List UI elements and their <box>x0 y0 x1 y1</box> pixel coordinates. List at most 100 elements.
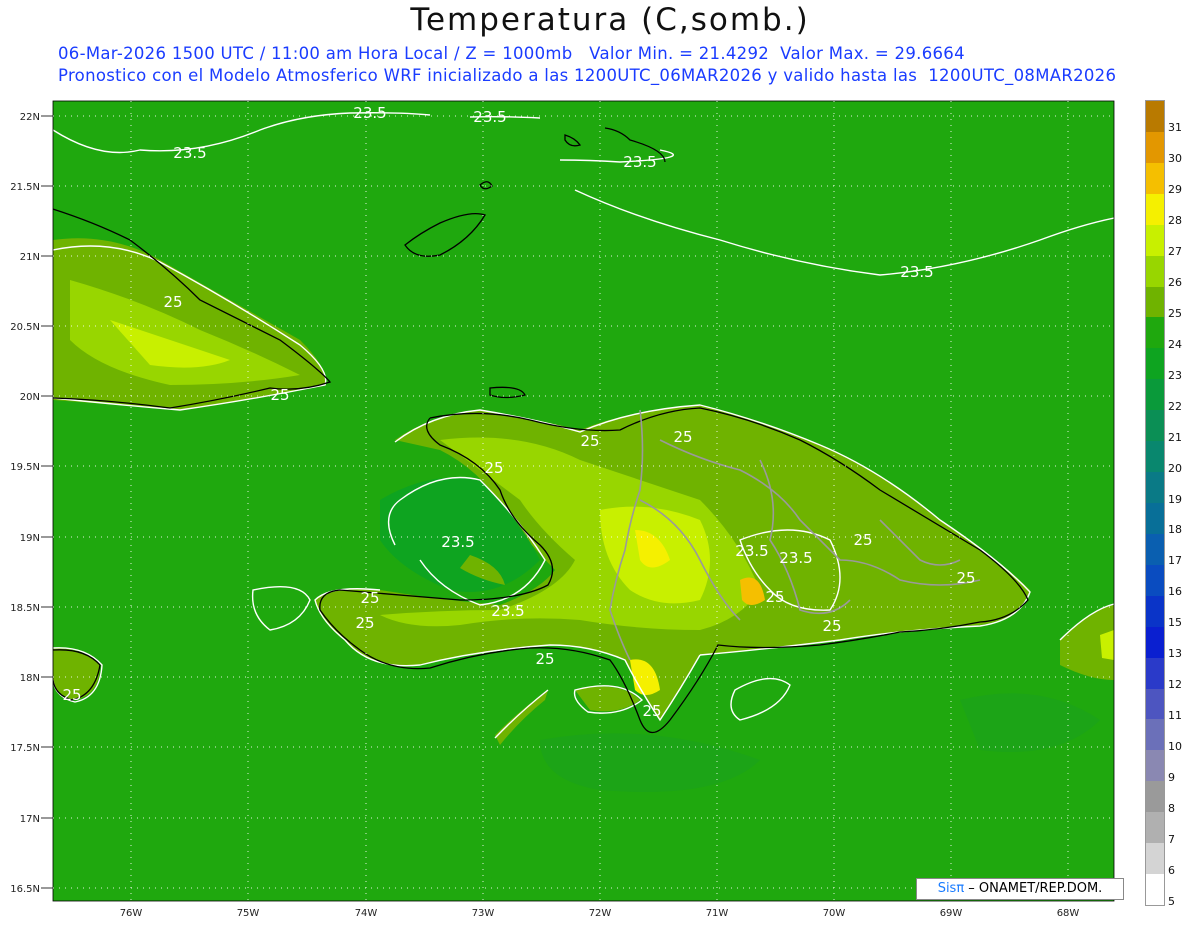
lat-label: 17N <box>20 814 40 825</box>
colorbar-swatch <box>1146 162 1164 195</box>
colorbar-label: 16 <box>1168 585 1182 599</box>
lat-label: 21N <box>20 252 40 263</box>
colorbar-label: 28 <box>1168 214 1182 228</box>
lat-label: 16.5N <box>10 884 40 895</box>
lat-label: 20.5N <box>10 322 40 333</box>
colorbar-swatch <box>1146 441 1164 473</box>
lon-label: 75W <box>237 908 260 919</box>
lon-label: 70W <box>823 908 846 919</box>
colorbar-label: 22 <box>1168 399 1182 413</box>
lat-label: 21.5N <box>10 182 40 193</box>
colorbar-swatch <box>1146 348 1164 380</box>
colorbar-swatch <box>1146 843 1164 875</box>
colorbar-swatch <box>1146 255 1164 288</box>
colorbar-label: 30 <box>1168 152 1182 166</box>
lon-label: 74W <box>355 908 378 919</box>
contour-label: 25 <box>956 569 975 587</box>
colorbar-swatch <box>1146 379 1164 411</box>
colorbar-label: 9 <box>1168 770 1175 784</box>
contour-label: 25 <box>642 702 661 720</box>
lat-label: 18N <box>20 673 40 684</box>
lon-label: 76W <box>120 908 143 919</box>
colorbar-label: 20 <box>1168 461 1182 475</box>
colorbar-swatch <box>1146 410 1164 442</box>
lon-label: 73W <box>472 908 495 919</box>
contour-label: 23.5 <box>173 144 206 162</box>
temperature-map: 22N 21.5N 21N 20.5N 20N 19.5N 19N 18.5N 18N 17.5N… <box>10 100 1115 919</box>
colorbar-label: 25 <box>1168 307 1182 320</box>
colorbar-swatch <box>1146 533 1164 566</box>
colorbar-swatch <box>1146 750 1164 782</box>
lat-label: 17.5N <box>10 743 40 754</box>
colorbar-label: 23 <box>1168 368 1182 382</box>
colorbar-label: 31 <box>1168 121 1182 135</box>
contour-label: 23.5 <box>779 549 812 567</box>
contour-label: 25 <box>62 686 81 704</box>
contour-label: 25 <box>535 650 554 668</box>
colorbar-swatch <box>1146 781 1164 813</box>
lon-label: 71W <box>706 908 729 919</box>
colorbar <box>1145 100 1165 906</box>
colorbar-swatch <box>1146 874 1164 906</box>
colorbar-swatch <box>1146 286 1164 318</box>
colorbar-label: 12 <box>1168 678 1182 692</box>
lat-label: 19.5N <box>10 462 40 473</box>
credit-text: – ONAMET/REP.DOM. <box>964 881 1103 896</box>
lat-label: 18.5N <box>10 603 40 614</box>
contour-label: 23.5 <box>735 542 768 560</box>
contour-label: 25 <box>355 614 374 632</box>
contour-label: 23.5 <box>623 153 656 171</box>
colorbar-label: 17 <box>1168 554 1182 568</box>
sispi-logo: Sisπ <box>937 881 965 896</box>
colorbar-label: 5 <box>1168 894 1175 908</box>
lat-label: 20N <box>20 392 40 403</box>
colorbar-swatch <box>1146 503 1164 535</box>
colorbar-label: 13 <box>1168 647 1182 661</box>
contour-label: 23.5 <box>441 533 474 551</box>
colorbar-label: 24 <box>1168 337 1182 351</box>
contour-label: 23.5 <box>491 602 524 620</box>
colorbar-label: 18 <box>1168 523 1182 537</box>
colorbar-label: 26 <box>1168 276 1182 290</box>
lat-label: 22N <box>20 112 40 123</box>
colorbar-label: 27 <box>1168 245 1182 259</box>
contour-label: 25 <box>673 428 692 446</box>
colorbar-swatch <box>1146 719 1164 751</box>
colorbar-label: 19 <box>1168 492 1182 506</box>
contour-label: 25 <box>580 432 599 450</box>
colorbar-label: 7 <box>1168 832 1175 846</box>
colorbar-swatch <box>1146 317 1164 349</box>
credit-box: Sisπ – ONAMET/REP.DOM. <box>916 878 1124 900</box>
colorbar-label: 15 <box>1168 616 1182 630</box>
colorbar-label: 11 <box>1168 709 1182 722</box>
contour-label: 25 <box>484 459 503 477</box>
colorbar-swatch <box>1146 812 1164 844</box>
lon-label: 69W <box>940 908 963 919</box>
colorbar-label: 6 <box>1168 863 1175 877</box>
contour-label: 25 <box>822 617 841 635</box>
colorbar-label: 29 <box>1168 183 1182 197</box>
colorbar-swatch <box>1146 657 1164 690</box>
contour-label: 23.5 <box>353 104 386 122</box>
contour-label: 25 <box>360 589 379 607</box>
colorbar-label: 8 <box>1168 801 1175 815</box>
lon-label: 72W <box>589 908 612 919</box>
colorbar-swatch <box>1146 626 1164 659</box>
colorbar-swatch <box>1146 101 1164 133</box>
colorbar-swatch <box>1146 472 1164 504</box>
colorbar-label: 21 <box>1168 430 1182 444</box>
colorbar-swatch <box>1146 131 1164 164</box>
contour-label: 25 <box>163 293 182 311</box>
lat-label: 19N <box>20 533 40 544</box>
contour-label: 25 <box>853 531 872 549</box>
colorbar-swatch <box>1146 224 1164 257</box>
colorbar-swatch <box>1146 193 1164 226</box>
contour-label: 23.5 <box>900 263 933 281</box>
colorbar-swatch <box>1146 595 1164 628</box>
contour-label: 25 <box>765 588 784 606</box>
colorbar-label: 10 <box>1168 739 1182 753</box>
lon-label: 68W <box>1057 908 1080 919</box>
colorbar-swatch <box>1146 564 1164 597</box>
colorbar-swatch <box>1146 688 1164 720</box>
contour-label: 25 <box>270 386 289 404</box>
